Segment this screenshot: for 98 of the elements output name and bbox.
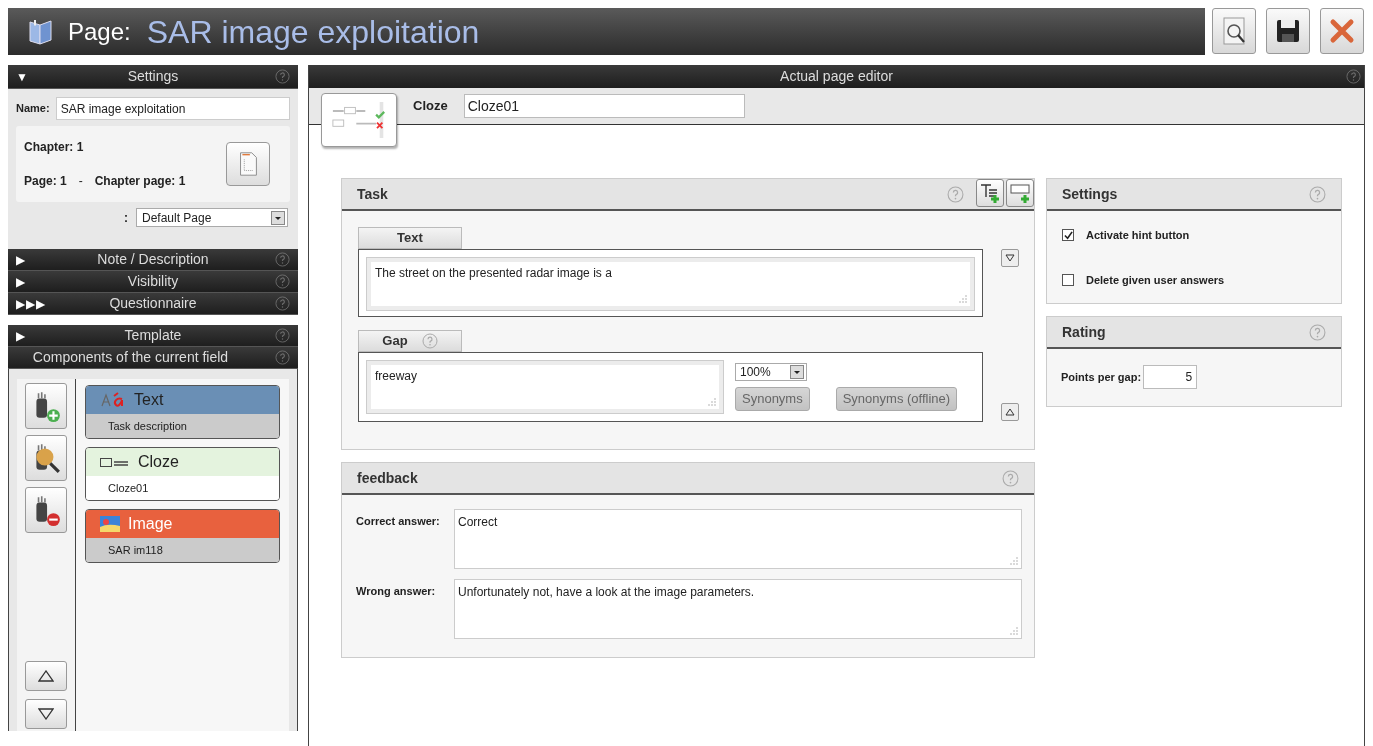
expand-arrow: ▶▶▶ [16,295,47,313]
component-title: Text [134,390,164,410]
help-icon[interactable] [1002,469,1019,487]
tab-label: Gap [382,332,408,351]
component-subtitle: SAR im118 [86,538,279,562]
answer-field[interactable]: Correct [454,509,1022,569]
close-button[interactable] [1320,8,1364,54]
dropdown-value: 100% [740,364,771,381]
accordion-header[interactable]: Components of the current field [8,347,298,369]
type-label: Cloze [413,97,448,116]
triangle-down-icon [1005,254,1015,262]
remove-component-button[interactable] [25,487,67,533]
tab-label: Text [397,229,423,248]
dropdown-value: Default Page [142,209,212,227]
synonyms-button[interactable]: Synonyms [735,387,810,411]
percent-dropdown[interactable]: 100% [735,363,807,381]
collapse-button[interactable] [1001,249,1019,267]
add-field-icon [1009,182,1031,204]
header-title: Questionnaire [108,294,198,313]
chapter-label: Chapter: 1 [24,139,85,156]
triangle-up-icon [38,670,54,682]
help-icon[interactable] [947,185,964,203]
answer-text: Unfortunately not, have a look at the image parameters. [458,585,755,599]
expand-button[interactable] [1001,403,1019,421]
triangle-down-icon [38,708,54,720]
preview-button[interactable] [1212,8,1256,54]
component-title: Cloze [138,452,179,472]
expand-arrow: ▼ [16,68,30,86]
accordion-header[interactable]: ▶ Visibility [8,271,298,293]
move-down-button[interactable] [25,699,67,729]
field-label: Points per gap: [1061,369,1142,385]
panel-title: Rating [1062,322,1107,342]
checkbox[interactable] [1062,229,1074,242]
font-icon [100,392,126,408]
header-title: Components of the current field [31,348,230,367]
component-card[interactable]: Image SAR im118 [85,509,280,563]
help-icon[interactable] [1309,185,1326,203]
header-title: Template [123,326,183,345]
layout-dropdown[interactable]: Default Page [136,208,288,227]
colon-label: : [124,209,128,227]
expand-arrow: ▶ [16,273,27,291]
cloze-icon [100,456,130,468]
image-icon [100,516,120,532]
component-subtitle: Cloze01 [86,476,279,500]
component-card[interactable]: Cloze Cloze01 [85,447,280,501]
points-field[interactable]: 5 [1143,365,1198,389]
accordion-header[interactable]: ▶ Template [8,325,298,347]
text-area[interactable]: The street on the presented radar image is a [367,258,974,310]
check-icon [1063,230,1073,240]
accordion-header[interactable]: ▶▶▶ Questionnaire [8,293,298,315]
add-component-button[interactable] [25,383,67,429]
gap-field[interactable]: freeway [367,361,723,413]
panel-title: feedback [357,468,419,488]
answer-text: Correct [458,515,498,529]
add-paragraph-icon [979,182,1001,204]
add-text-button[interactable] [976,179,1004,207]
help-icon[interactable] [421,333,438,349]
help-icon[interactable] [1309,323,1326,341]
accordion-header[interactable]: ▼ Settings [8,65,298,89]
panel-title: Task [357,184,389,204]
name-field[interactable]: SAR image exploitation [55,97,290,120]
checkbox[interactable] [1062,273,1074,286]
resize-grip-icon [1010,557,1018,565]
component-subtitle: Task description [86,414,279,438]
expand-arrow: ▶ [16,327,27,345]
component-card[interactable]: Text Task description [85,385,280,439]
numbering-button[interactable] [226,142,270,186]
panel-title: Settings [1062,184,1119,204]
field-label: Name: [16,101,50,117]
component-name-field[interactable]: Cloze01 [463,94,745,118]
checkbox-label: Activate hint button [1086,228,1190,243]
editor-title: Actual page editor [780,67,893,86]
page-label: Page: [68,16,131,47]
page-title: SAR image exploitation [146,12,480,52]
expand-arrow: ▶ [16,251,27,269]
triangle-up-icon [1005,408,1015,416]
checkbox-label: Delete given user answers [1086,272,1225,288]
area-text: freeway [375,369,418,383]
field-label: Wrong answer: [356,584,437,599]
field-label: Correct answer: [356,514,441,529]
synonyms-button[interactable]: Synonyms (offline) [835,387,958,411]
accordion-header[interactable]: ▶ Note / Description [8,249,298,271]
chapter-page-number: Chapter page: 1 [94,173,186,190]
component-title: Image [128,514,173,534]
header-title: Settings [126,67,180,86]
header-title: Visibility [126,272,180,291]
save-button[interactable] [1266,8,1310,54]
page-number: Page: 1 [24,173,67,190]
answer-field[interactable]: Unfortunately not, have a look at the image parameters. [454,579,1022,639]
separator-text: - [78,173,83,190]
resize-grip-icon [708,398,716,406]
header-title: Note / Description [96,250,210,269]
area-text: The street on the presented radar image is a [375,266,612,280]
move-up-button[interactable] [25,661,67,691]
search-component-button[interactable] [25,435,67,481]
resize-grip-icon [1010,627,1018,635]
resize-grip-icon [959,295,967,303]
add-gap-button[interactable] [1006,179,1034,207]
